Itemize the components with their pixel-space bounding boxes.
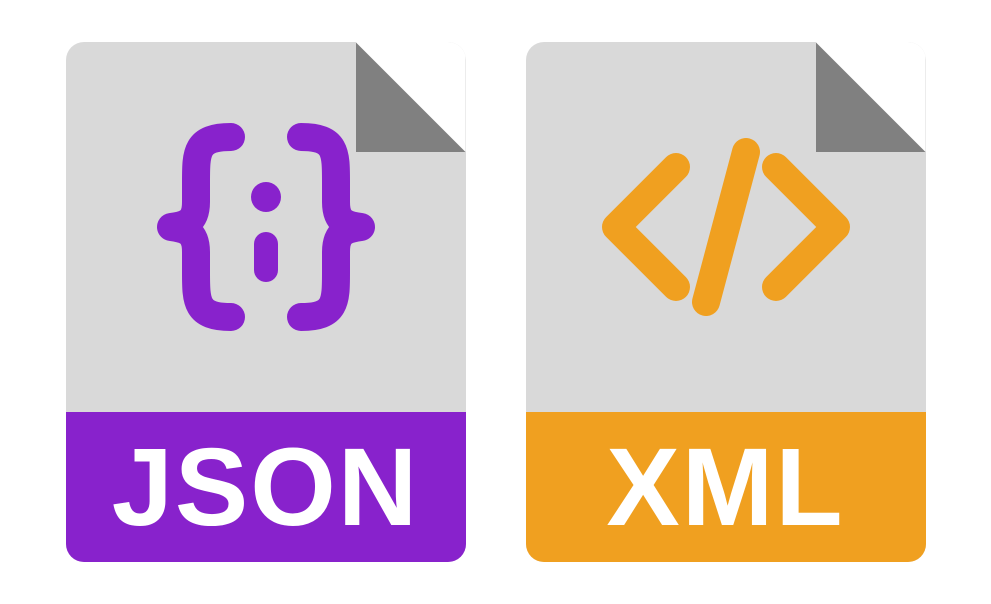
xml-angle-brackets-icon	[586, 97, 866, 357]
json-file-icon: JSON	[66, 42, 466, 562]
json-symbol-area	[66, 42, 466, 412]
xml-symbol-area	[526, 42, 926, 412]
xml-label-band: XML	[526, 412, 926, 562]
json-braces-icon	[136, 97, 396, 357]
json-label: JSON	[112, 424, 420, 551]
xml-label: XML	[606, 424, 844, 551]
json-label-band: JSON	[66, 412, 466, 562]
xml-file-icon: XML	[526, 42, 926, 562]
